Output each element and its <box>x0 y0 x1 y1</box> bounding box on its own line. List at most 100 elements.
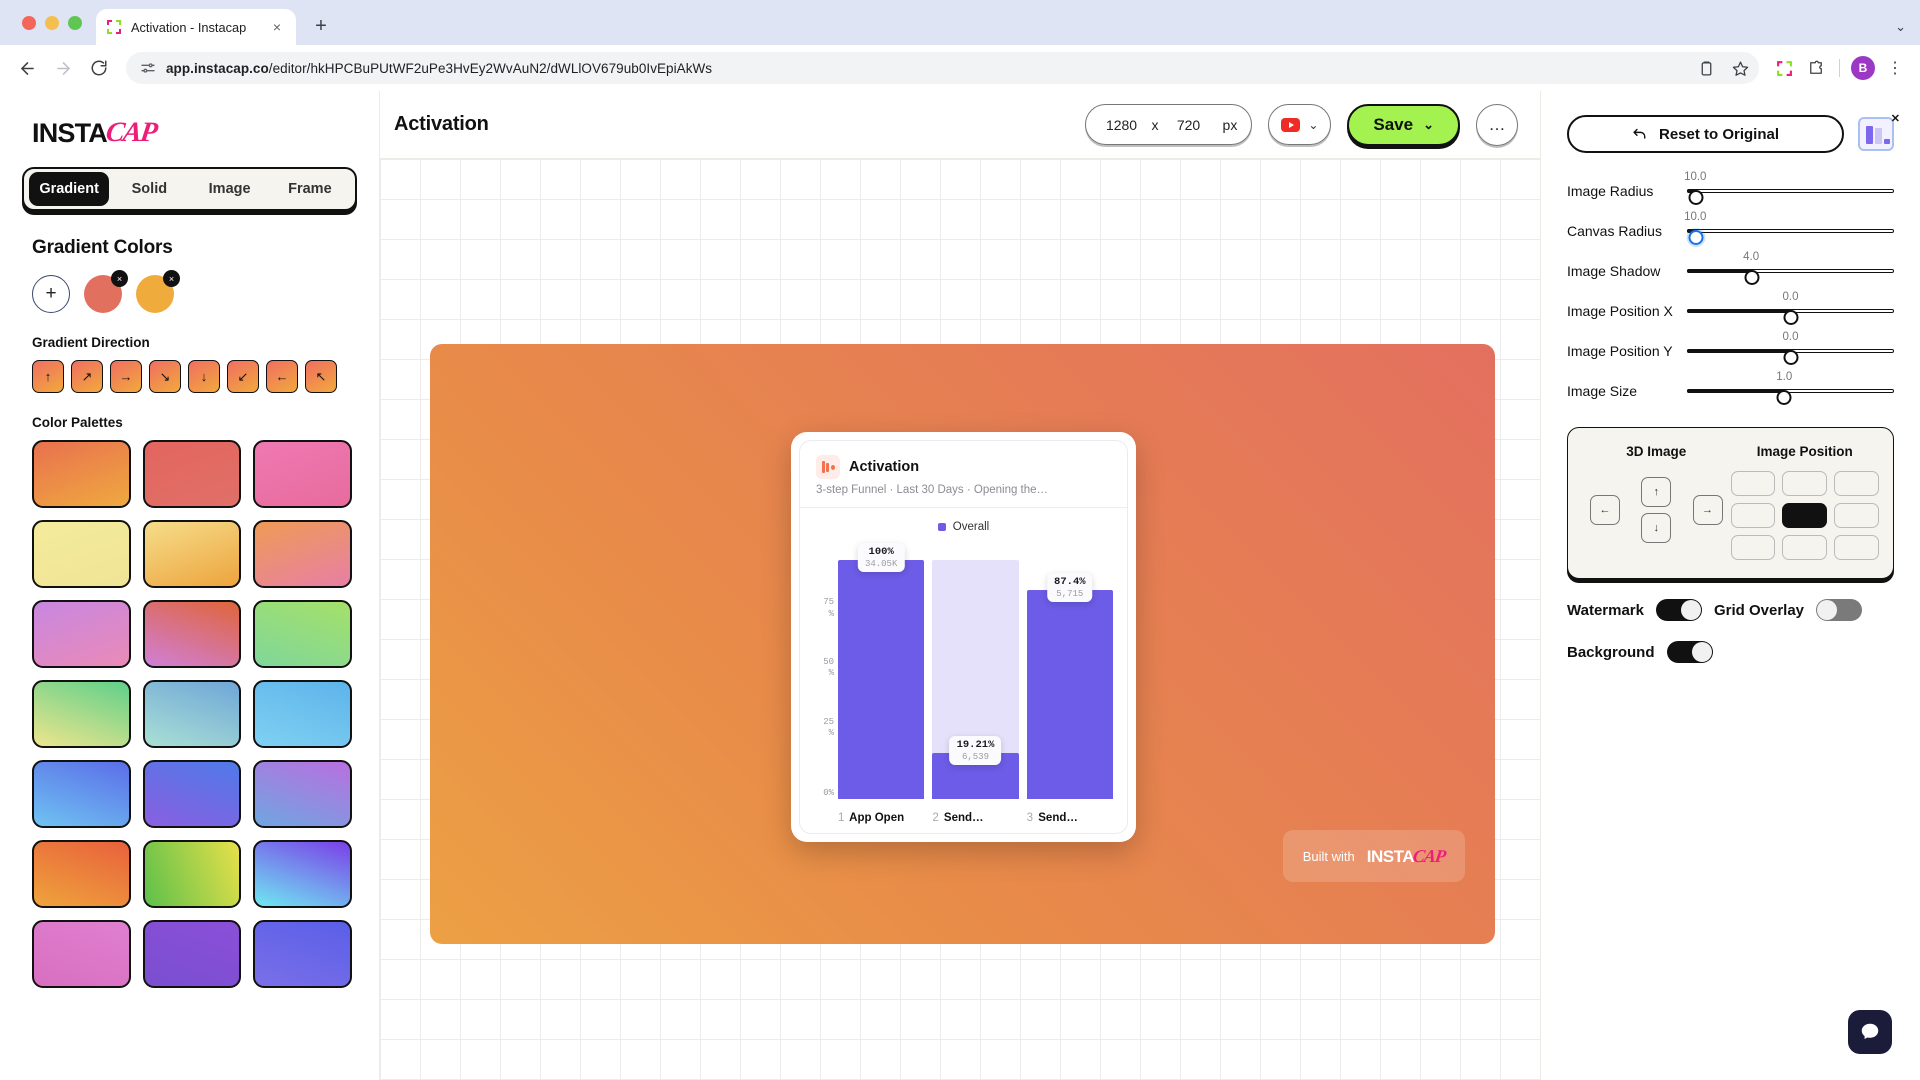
slider-track[interactable] <box>1687 349 1894 365</box>
bar-column[interactable]: 87.4% 5,715 <box>1026 541 1113 799</box>
more-options-button[interactable]: … <box>1476 103 1518 146</box>
remove-color-icon[interactable]: × <box>111 270 128 287</box>
slider-track-wrap[interactable]: 10.0 <box>1684 211 1894 251</box>
palette-swatch[interactable] <box>253 680 352 748</box>
slider-track[interactable] <box>1687 269 1894 285</box>
maximize-window-button[interactable] <box>68 15 82 30</box>
slider-knob[interactable] <box>1783 310 1798 325</box>
new-tab-button[interactable]: + <box>304 9 338 43</box>
add-color-button[interactable]: + <box>32 275 70 313</box>
tab-image[interactable]: Image <box>190 172 270 206</box>
extensions-icon[interactable] <box>1801 53 1831 83</box>
clipboard-icon[interactable] <box>1691 53 1721 83</box>
slider-knob[interactable] <box>1776 390 1792 405</box>
direction-right-icon[interactable]: → <box>110 360 142 393</box>
reset-to-original-button[interactable]: Reset to Original <box>1567 115 1844 153</box>
back-button[interactable] <box>10 51 44 85</box>
close-window-button[interactable] <box>22 15 36 30</box>
width-input[interactable]: 1280 <box>1100 117 1144 133</box>
avatar[interactable]: B <box>1848 53 1878 83</box>
image-position-cell[interactable] <box>1834 471 1879 496</box>
palette-swatch[interactable] <box>253 520 352 588</box>
background-toggle[interactable] <box>1666 641 1713 663</box>
palette-swatch[interactable] <box>253 840 352 908</box>
slider-track[interactable] <box>1687 309 1894 325</box>
palette-swatch[interactable] <box>32 440 131 508</box>
3d-rotate-left-button[interactable]: ← <box>1590 495 1620 525</box>
slider-track[interactable] <box>1687 189 1894 205</box>
tab-solid[interactable]: Solid <box>109 172 189 206</box>
bar-column[interactable]: 19.21% 6,539 <box>932 541 1019 799</box>
direction-up-right-icon[interactable]: ↗ <box>71 360 103 393</box>
slider-track[interactable] <box>1687 389 1894 405</box>
3d-rotate-up-button[interactable]: ↑ <box>1641 477 1672 507</box>
slider-track-wrap[interactable]: 4.0 <box>1687 251 1894 291</box>
chevron-down-icon[interactable]: ⌄ <box>1308 118 1318 132</box>
palette-swatch[interactable] <box>253 920 352 988</box>
palette-swatch[interactable] <box>142 520 242 588</box>
slider-knob[interactable] <box>1688 190 1704 205</box>
palette-swatch[interactable] <box>253 440 352 508</box>
image-position-cell[interactable] <box>1782 535 1828 560</box>
chevron-down-icon[interactable]: ⌄ <box>1423 117 1434 133</box>
grid-overlay-toggle[interactable] <box>1816 599 1863 621</box>
tab-gradient[interactable]: Gradient <box>29 172 110 206</box>
palette-swatch[interactable] <box>142 760 242 828</box>
image-position-cell[interactable] <box>1782 503 1828 528</box>
3d-rotate-right-button[interactable]: → <box>1692 495 1723 525</box>
color-swatch-amber[interactable]: × <box>136 270 180 313</box>
close-tab-button[interactable]: × <box>268 18 286 36</box>
slider-knob[interactable] <box>1783 350 1798 365</box>
tab-frame[interactable]: Frame <box>270 172 350 206</box>
height-input[interactable]: 720 <box>1167 117 1211 133</box>
reload-button[interactable] <box>82 51 116 85</box>
address-bar[interactable]: app.instacap.co/editor/hkHPCBuPUtWF2uPe3… <box>126 52 1759 84</box>
slider-image-size[interactable]: Image Size 1.0 <box>1567 371 1894 411</box>
direction-up-left-icon[interactable]: ↖ <box>305 360 337 393</box>
slider-track-wrap[interactable]: 10.0 <box>1684 171 1894 211</box>
close-icon[interactable]: ✕ <box>1891 112 1900 125</box>
direction-down-right-icon[interactable]: ↘ <box>149 360 181 393</box>
image-position-cell[interactable] <box>1730 503 1776 528</box>
star-icon[interactable] <box>1725 53 1755 83</box>
image-position-cell[interactable] <box>1782 471 1828 496</box>
palette-swatch[interactable] <box>32 840 131 908</box>
chat-icon[interactable] <box>1848 1010 1892 1054</box>
palette-swatch[interactable] <box>32 920 131 988</box>
direction-down-icon[interactable]: ↓ <box>188 360 220 393</box>
browser-tab[interactable]: Activation - Instacap × <box>96 9 296 45</box>
palette-swatch[interactable] <box>142 680 242 748</box>
palette-swatch[interactable] <box>253 600 352 668</box>
save-button[interactable]: Save ⌄ <box>1347 103 1460 146</box>
image-position-cell[interactable] <box>1730 471 1776 496</box>
slider-image-position-x[interactable]: Image Position X 0.0 <box>1567 291 1894 331</box>
slider-image-shadow[interactable]: Image Shadow 4.0 <box>1567 251 1894 291</box>
palette-swatch[interactable] <box>142 600 242 668</box>
slider-track-wrap[interactable]: 1.0 <box>1687 371 1894 411</box>
palette-swatch[interactable] <box>32 600 131 668</box>
palette-swatch[interactable] <box>253 760 352 828</box>
instacap-extension-icon[interactable] <box>1769 53 1799 83</box>
minimize-window-button[interactable] <box>45 15 59 30</box>
image-stage[interactable]: Activation 3-step Funnel · Last 30 Days … <box>430 344 1495 944</box>
format-preset-dropdown[interactable]: ⌄ <box>1268 104 1332 145</box>
chart-thumbnail[interactable]: ✕ <box>1858 113 1900 151</box>
slider-knob[interactable] <box>1744 270 1760 285</box>
window-controls[interactable] <box>14 0 96 45</box>
direction-down-left-icon[interactable]: ↙ <box>227 360 259 393</box>
slider-image-position-y[interactable]: Image Position Y 0.0 <box>1567 331 1894 371</box>
palette-swatch[interactable] <box>32 520 131 588</box>
palette-swatch[interactable] <box>32 680 131 748</box>
palette-swatch[interactable] <box>142 920 242 988</box>
direction-left-icon[interactable]: ← <box>266 360 298 393</box>
slider-knob[interactable] <box>1688 230 1704 245</box>
forward-button[interactable] <box>46 51 80 85</box>
dimensions-control[interactable]: 1280 x 720 px <box>1084 104 1253 145</box>
slider-canvas-radius[interactable]: Canvas Radius 10.0 <box>1567 211 1894 251</box>
image-position-cell[interactable] <box>1730 535 1776 560</box>
image-position-cell[interactable] <box>1834 503 1879 528</box>
image-position-cell[interactable] <box>1834 535 1879 560</box>
color-swatch-coral[interactable]: × <box>84 270 128 313</box>
browser-menu-button[interactable]: ⋮ <box>1880 53 1910 83</box>
3d-rotate-down-button[interactable]: ↓ <box>1641 513 1672 543</box>
